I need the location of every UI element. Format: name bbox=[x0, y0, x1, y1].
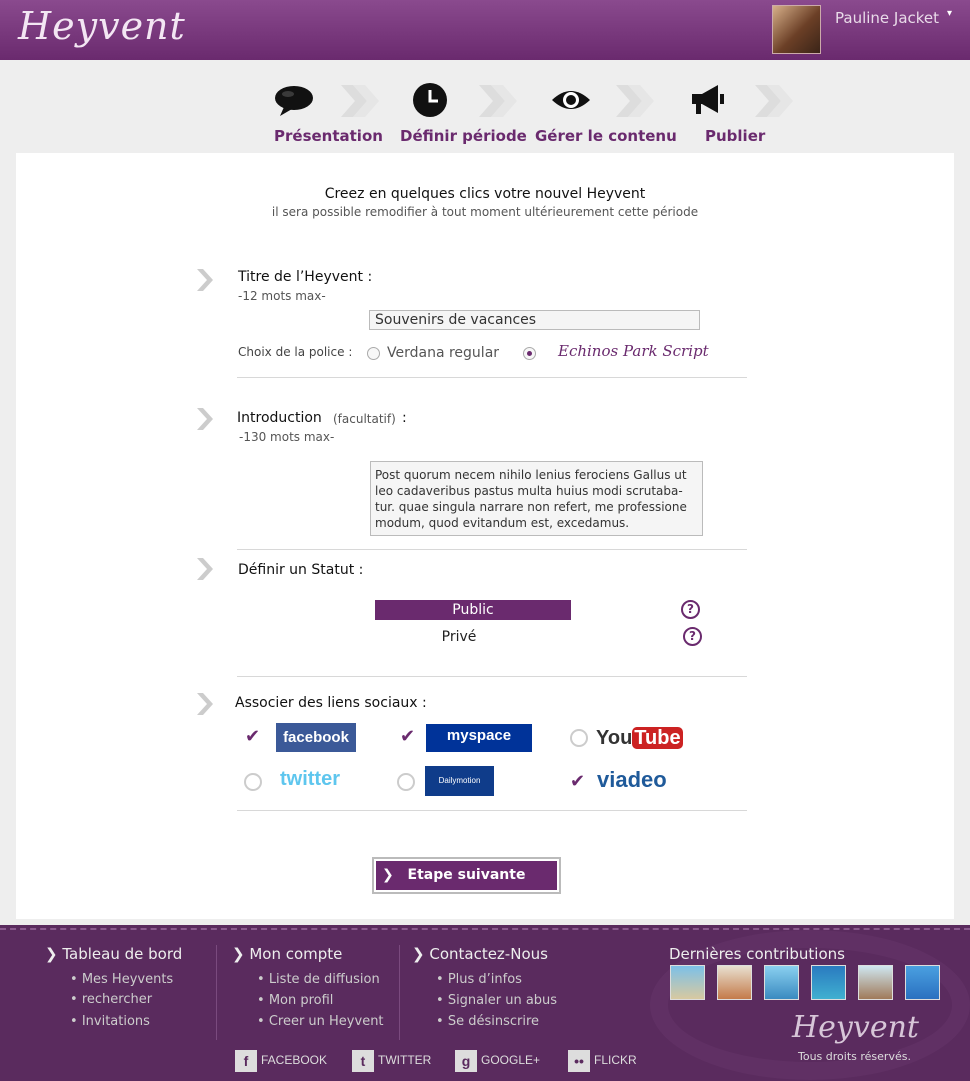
footer-twitter-link[interactable]: t TWITTER bbox=[352, 1050, 431, 1072]
footer-tableau-heading[interactable]: ❯ Tableau de bord bbox=[45, 945, 182, 963]
introduction-heading: Introduction bbox=[237, 410, 322, 426]
user-name[interactable]: Pauline Jacket bbox=[835, 9, 939, 27]
twitter-checkbox[interactable] bbox=[244, 773, 262, 791]
megaphone-icon bbox=[692, 85, 724, 114]
divider bbox=[237, 377, 747, 378]
youtube-checkbox[interactable] bbox=[570, 729, 588, 747]
step-chevron-icon bbox=[755, 85, 793, 117]
introduction-textarea[interactable]: Post quorum necem nihilo lenius ferocien… bbox=[370, 461, 703, 536]
next-step-label: Etape suivante bbox=[407, 867, 526, 883]
step-chevron-icon bbox=[479, 85, 517, 117]
google-plus-icon: g bbox=[455, 1050, 477, 1072]
flickr-icon: •• bbox=[568, 1050, 590, 1072]
facebook-logo[interactable]: facebook bbox=[276, 723, 356, 752]
speech-bubble-icon bbox=[275, 86, 313, 116]
font-choice-label: Choix de la police : bbox=[238, 345, 353, 359]
title-heading: Titre de l’Heyvent : bbox=[238, 269, 373, 285]
footer-link[interactable]: • Mes Heyvents bbox=[70, 972, 173, 987]
status-private-option[interactable]: Privé bbox=[375, 627, 543, 647]
myspace-checkbox-checked-icon[interactable]: ✔ bbox=[400, 726, 420, 747]
contribution-thumbnail[interactable] bbox=[717, 965, 752, 1000]
footer-flickr-link[interactable]: •• FLICKR bbox=[568, 1050, 637, 1072]
section-chevron-icon bbox=[197, 693, 213, 715]
footer-facebook-link[interactable]: f FACEBOOK bbox=[235, 1050, 327, 1072]
section-chevron-icon bbox=[197, 269, 213, 291]
contribution-thumbnail[interactable] bbox=[811, 965, 846, 1000]
footer-link[interactable]: • Mon profil bbox=[257, 993, 333, 1008]
next-step-button[interactable]: ❯ Etape suivante bbox=[372, 857, 561, 894]
footer-link[interactable]: • Creer un Heyvent bbox=[257, 1014, 384, 1029]
divider bbox=[237, 810, 747, 811]
footer-link[interactable]: • rechercher bbox=[70, 992, 152, 1007]
font-verdana-radio[interactable] bbox=[367, 347, 380, 360]
main-panel bbox=[16, 153, 954, 919]
status-heading: Définir un Statut : bbox=[238, 562, 364, 578]
viadeo-checkbox-checked-icon[interactable]: ✔ bbox=[570, 771, 590, 792]
page-subtitle: il sera possible remodifier à tout momen… bbox=[271, 205, 699, 219]
dailymotion-logo[interactable]: Dailymotion bbox=[425, 766, 494, 796]
footer-link[interactable]: • Liste de diffusion bbox=[257, 972, 380, 987]
footer-link[interactable]: • Signaler un abus bbox=[436, 993, 557, 1008]
footer-separator bbox=[399, 945, 400, 1040]
step-gerer-contenu[interactable]: Gérer le contenu bbox=[535, 127, 677, 145]
avatar[interactable] bbox=[772, 5, 821, 54]
eye-icon bbox=[552, 91, 590, 109]
facebook-icon: f bbox=[235, 1050, 257, 1072]
footer-link[interactable]: • Plus d’infos bbox=[436, 972, 522, 987]
section-chevron-icon bbox=[197, 408, 213, 430]
step-definir-periode[interactable]: Définir période bbox=[400, 127, 527, 145]
user-menu-caret-icon[interactable]: ▾ bbox=[947, 8, 952, 19]
font-script-label: Echinos Park Script bbox=[558, 342, 709, 360]
introduction-optional: (facultatif) bbox=[333, 412, 396, 426]
font-script-radio[interactable] bbox=[523, 347, 536, 360]
page-title: Creez en quelques clics votre nouvel Hey… bbox=[324, 186, 646, 202]
step-publier[interactable]: Publier bbox=[705, 127, 765, 145]
step-chevron-icon bbox=[616, 85, 654, 117]
footer-googleplus-link[interactable]: g GOOGLE+ bbox=[455, 1050, 540, 1072]
title-limit: -12 mots max- bbox=[238, 289, 326, 303]
footer-link[interactable]: • Invitations bbox=[70, 1014, 150, 1029]
section-chevron-icon bbox=[197, 558, 213, 580]
twitter-icon: t bbox=[352, 1050, 374, 1072]
footer-contrib-heading: Dernières contributions bbox=[669, 945, 845, 963]
clock-icon bbox=[413, 83, 447, 117]
footer-contact-heading[interactable]: ❯ Contactez-Nous bbox=[412, 945, 548, 963]
myspace-logo[interactable]: myspace bbox=[426, 724, 532, 752]
font-verdana-label: Verdana regular bbox=[387, 345, 500, 361]
facebook-checkbox-checked-icon[interactable]: ✔ bbox=[245, 726, 265, 747]
footer-dashed-border bbox=[0, 928, 970, 930]
footer-rights: Tous droits réservés. bbox=[798, 1050, 911, 1063]
contribution-thumbnail[interactable] bbox=[858, 965, 893, 1000]
status-public-option[interactable]: Public bbox=[375, 600, 571, 620]
logo[interactable]: Heyvent bbox=[18, 4, 186, 48]
introduction-limit: -130 mots max- bbox=[239, 430, 335, 444]
footer-compte-heading[interactable]: ❯ Mon compte bbox=[232, 945, 342, 963]
step-chevron-icon bbox=[341, 85, 379, 117]
viadeo-logo[interactable]: viadeo bbox=[597, 767, 667, 793]
twitter-logo[interactable]: twitter bbox=[280, 768, 340, 791]
contribution-thumbnail[interactable] bbox=[764, 965, 799, 1000]
introduction-colon: : bbox=[402, 410, 407, 426]
help-icon[interactable]: ? bbox=[683, 627, 702, 646]
footer-logo[interactable]: Heyvent bbox=[792, 1010, 919, 1045]
contribution-thumbnail[interactable] bbox=[670, 965, 705, 1000]
footer-link[interactable]: • Se désinscrire bbox=[436, 1014, 539, 1029]
divider bbox=[237, 676, 747, 677]
title-input[interactable] bbox=[369, 310, 700, 330]
chevron-right-icon: ❯ bbox=[382, 867, 394, 883]
help-icon[interactable]: ? bbox=[681, 600, 700, 619]
youtube-logo[interactable]: You Tube bbox=[596, 724, 683, 752]
footer-separator bbox=[216, 945, 217, 1040]
divider bbox=[237, 549, 747, 550]
contribution-thumbnail[interactable] bbox=[905, 965, 940, 1000]
step-presentation[interactable]: Présentation bbox=[274, 127, 383, 145]
dailymotion-checkbox[interactable] bbox=[397, 773, 415, 791]
social-heading: Associer des liens sociaux : bbox=[235, 695, 427, 711]
